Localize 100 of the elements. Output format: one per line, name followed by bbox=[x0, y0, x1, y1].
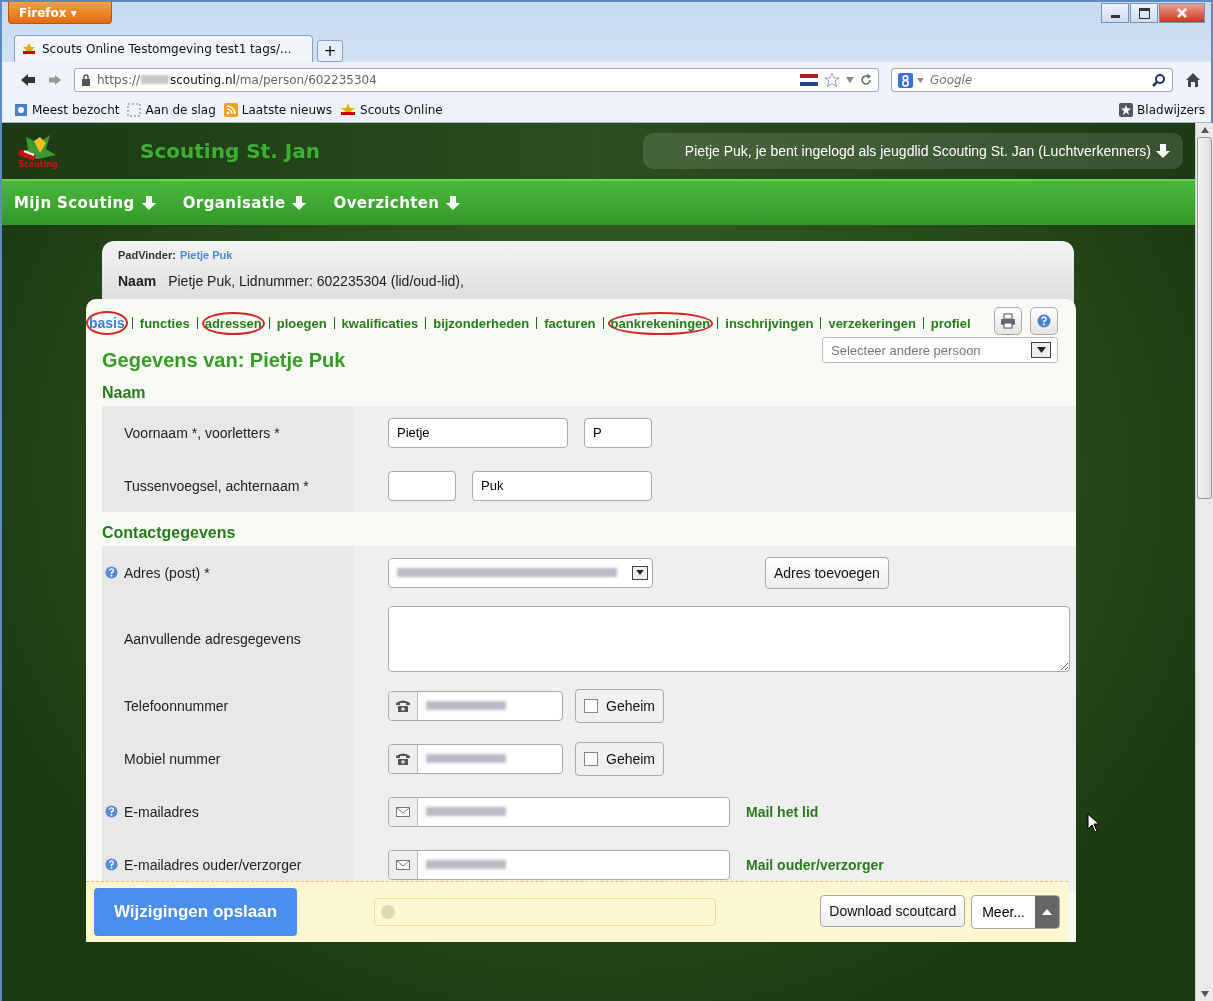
field-label: Mobiel nummer bbox=[124, 750, 221, 767]
nav-menu-item[interactable]: Mijn Scouting bbox=[14, 194, 157, 212]
dropdown-caret-icon[interactable] bbox=[917, 77, 924, 83]
section-tab[interactable]: adressen bbox=[201, 311, 265, 335]
down-arrow-icon bbox=[140, 195, 157, 211]
scroll-down-icon[interactable] bbox=[1200, 991, 1209, 997]
search-engine-icon bbox=[898, 72, 913, 88]
url-text: https:// scouting.nl/ma/person/602235304 bbox=[97, 73, 378, 87]
surname-field[interactable]: Puk bbox=[472, 470, 652, 501]
search-bar[interactable]: Google bbox=[891, 68, 1173, 92]
breadcrumb-link[interactable]: Pietje Puk bbox=[179, 249, 233, 261]
telephone-icon bbox=[395, 698, 411, 713]
address-bar[interactable]: https:// scouting.nl/ma/person/602235304 bbox=[74, 68, 879, 92]
help-icon[interactable] bbox=[105, 805, 118, 818]
scrollbar[interactable] bbox=[1195, 123, 1213, 1001]
scout-logo-icon bbox=[340, 103, 357, 117]
bookmark-link[interactable]: Laatste nieuws bbox=[223, 103, 333, 117]
caret-up-icon bbox=[1042, 909, 1052, 915]
caret-icon bbox=[1036, 347, 1046, 353]
bookmark-link[interactable]: Aan de slag bbox=[127, 103, 216, 117]
reload-icon[interactable] bbox=[860, 74, 872, 86]
search-icon[interactable] bbox=[1152, 73, 1166, 87]
save-button[interactable]: Wijzigingen opslaan bbox=[94, 888, 297, 936]
scroll-up-icon[interactable] bbox=[1200, 127, 1209, 133]
printer-icon bbox=[1000, 313, 1016, 329]
section-heading: Contactgegevens bbox=[102, 524, 237, 542]
forward-icon[interactable] bbox=[48, 74, 62, 86]
mail-link[interactable]: Mail het lid bbox=[746, 803, 819, 820]
section-tab[interactable]: bankrekeningen bbox=[607, 311, 714, 335]
address-details-field[interactable] bbox=[388, 606, 1070, 672]
help-icon[interactable] bbox=[105, 858, 118, 871]
secret-checkbox[interactable]: Geheim bbox=[575, 741, 665, 776]
field-label: E-mailadres bbox=[124, 803, 199, 820]
section-tab[interactable]: verzekeringen bbox=[825, 311, 919, 335]
envelope-icon bbox=[396, 859, 410, 870]
home-icon[interactable] bbox=[1185, 72, 1201, 88]
add-address-button[interactable]: Adres toevoegen bbox=[765, 556, 889, 589]
section-tab[interactable]: functies bbox=[136, 311, 193, 335]
help-button[interactable] bbox=[1030, 307, 1058, 335]
initials-field[interactable]: P bbox=[584, 417, 652, 448]
tab-title: Scouts Online Testomgeving test1 tags/... bbox=[42, 42, 292, 56]
section-tab[interactable]: bijzonderheden bbox=[430, 311, 533, 335]
more-menu-button[interactable]: Meer... bbox=[971, 895, 1060, 929]
field-label: Adres (post) * bbox=[124, 564, 210, 581]
star-icon bbox=[1119, 103, 1134, 117]
download-button[interactable]: Download scoutcard bbox=[820, 895, 966, 927]
telephone-icon bbox=[395, 751, 411, 766]
first-name-field[interactable]: Pietje bbox=[388, 417, 568, 448]
summary-label: Naam bbox=[118, 273, 157, 289]
infix-field[interactable] bbox=[388, 470, 456, 501]
section-tab[interactable]: inschrijvingen bbox=[722, 311, 817, 335]
minimize-icon[interactable] bbox=[1101, 3, 1129, 23]
section-tab[interactable]: ploegen bbox=[273, 311, 330, 335]
secret-checkbox[interactable]: Geheim bbox=[575, 688, 665, 723]
section-tab[interactable]: profiel bbox=[927, 311, 974, 335]
down-arrow-icon bbox=[291, 195, 308, 211]
star-icon[interactable] bbox=[824, 72, 840, 88]
caret-icon bbox=[636, 570, 644, 575]
user-menu[interactable]: Pietje Puk, je bent ingelogd als jeugdlid Scouting St. Jan (Luchtverkenners) bbox=[642, 133, 1183, 169]
summary-value: Pietje Puk, Lidnummer: 602235304 (lid/oud-lid), bbox=[168, 273, 464, 289]
down-arrow-icon bbox=[445, 195, 462, 211]
email-field[interactable] bbox=[388, 849, 730, 880]
print-button[interactable] bbox=[994, 307, 1022, 335]
phone-field[interactable] bbox=[388, 743, 563, 774]
envelope-icon bbox=[396, 806, 410, 817]
person-select[interactable]: Selecteer andere persoon bbox=[822, 337, 1058, 363]
scrollbar-thumb[interactable] bbox=[1197, 137, 1212, 499]
flag-icon bbox=[800, 74, 818, 86]
section-heading: Naam bbox=[102, 384, 147, 402]
bookmarks-menu[interactable]: Bladwijzers bbox=[1119, 103, 1205, 117]
section-tab[interactable]: kwalificaties bbox=[338, 311, 422, 335]
rss-icon bbox=[223, 103, 238, 117]
dropdown-button[interactable] bbox=[1031, 342, 1051, 358]
scout-logo-icon bbox=[21, 41, 37, 57]
padlock-icon bbox=[81, 74, 91, 86]
section-tab[interactable]: basis bbox=[86, 311, 128, 335]
down-arrow-icon bbox=[1155, 143, 1171, 159]
new-tab-button[interactable]: + bbox=[317, 40, 343, 62]
back-icon[interactable] bbox=[20, 73, 36, 87]
close-icon[interactable] bbox=[1159, 3, 1205, 23]
breadcrumb-label: PadVinder: bbox=[118, 249, 176, 261]
help-icon[interactable] bbox=[105, 566, 118, 579]
bookmark-link[interactable]: Meest bezocht bbox=[14, 103, 120, 117]
expand-up-button[interactable] bbox=[1035, 896, 1059, 928]
field-label: Telefoonnummer bbox=[124, 697, 229, 714]
mail-link[interactable]: Mail ouder/verzorger bbox=[746, 856, 884, 873]
browser-tab[interactable]: Scouts Online Testomgeving test1 tags/... bbox=[14, 35, 313, 62]
blank-page-icon bbox=[127, 103, 142, 117]
phone-field[interactable] bbox=[388, 690, 563, 721]
email-field[interactable] bbox=[388, 796, 730, 827]
nav-menu-item[interactable]: Organisatie bbox=[182, 194, 308, 212]
dropdown-caret-icon[interactable] bbox=[846, 77, 854, 83]
maximize-icon[interactable] bbox=[1130, 3, 1158, 23]
bookmark-link[interactable]: Scouts Online bbox=[340, 103, 443, 117]
section-tab[interactable]: facturen bbox=[541, 311, 599, 335]
field-label: Aanvullende adresgegevens bbox=[124, 631, 301, 647]
field-label: Voornaam *, voorletters * bbox=[124, 424, 280, 441]
site-title: Scouting St. Jan bbox=[140, 139, 321, 163]
dropdown-button[interactable] bbox=[632, 565, 648, 580]
nav-menu-item[interactable]: Overzichten bbox=[333, 194, 462, 212]
